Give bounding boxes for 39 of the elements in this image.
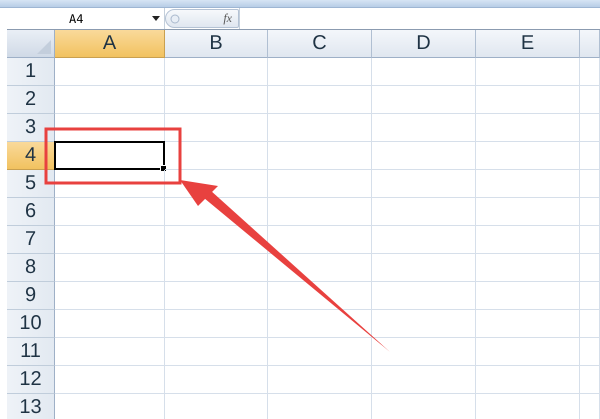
grid-cell — [580, 58, 600, 86]
row-header[interactable]: 7 — [7, 226, 55, 254]
row-header[interactable]: 10 — [7, 310, 55, 338]
grid-cell — [580, 254, 600, 282]
name-box[interactable]: A4 — [7, 8, 165, 29]
grid-cell — [580, 338, 600, 366]
row-header[interactable]: 5 — [7, 170, 55, 198]
grid-cell — [580, 198, 600, 226]
row-header[interactable]: 13 — [7, 394, 55, 419]
grid-cell — [580, 282, 600, 310]
row-header[interactable]: 4 — [7, 142, 55, 170]
column-header[interactable]: D — [372, 30, 476, 58]
insert-function-button[interactable]: fx — [223, 11, 232, 26]
knob-icon — [170, 14, 180, 24]
grid-cell — [580, 170, 600, 198]
row-header[interactable]: 11 — [7, 338, 55, 366]
column-header[interactable]: B — [165, 30, 268, 58]
select-all-button[interactable] — [7, 30, 55, 58]
column-header[interactable]: A — [55, 30, 165, 58]
row-header[interactable]: 12 — [7, 366, 55, 394]
column-header[interactable] — [580, 30, 600, 58]
grid-cell — [580, 366, 600, 394]
grid-cell — [580, 114, 600, 142]
column-header[interactable]: E — [476, 30, 580, 58]
triangle-icon — [37, 40, 51, 54]
row-header[interactable]: 2 — [7, 86, 55, 114]
grid-cell — [580, 226, 600, 254]
grid-cell — [580, 86, 600, 114]
row-header[interactable]: 1 — [7, 58, 55, 86]
active-cell[interactable] — [54, 141, 165, 170]
grid-cell — [580, 142, 600, 170]
row-header[interactable]: 9 — [7, 282, 55, 310]
row-header[interactable]: 3 — [7, 114, 55, 142]
column-header[interactable]: C — [268, 30, 372, 58]
fill-handle[interactable] — [160, 165, 167, 172]
grid-cell — [580, 310, 600, 338]
row-header[interactable]: 8 — [7, 254, 55, 282]
caret-icon — [152, 16, 160, 21]
row-header[interactable]: 6 — [7, 198, 55, 226]
